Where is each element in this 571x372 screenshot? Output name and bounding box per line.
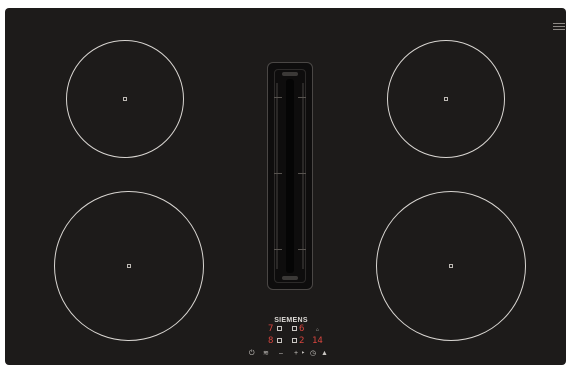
zone-center-mark <box>123 97 127 101</box>
power-icon[interactable]: ⏻ <box>249 350 255 357</box>
vent-flap <box>286 79 294 273</box>
warning-icon[interactable]: ▲ <box>321 350 328 357</box>
fan-icon[interactable]: ≋ <box>263 350 269 357</box>
cooking-zone-bottom-left[interactable] <box>54 191 204 341</box>
zone-select-bottom-right-icon[interactable] <box>292 338 297 343</box>
zone-center-mark <box>449 264 453 268</box>
boost-icon[interactable]: ‣ <box>301 350 305 357</box>
certification-badge <box>553 23 565 35</box>
timer-icon[interactable]: ◷ <box>310 350 316 357</box>
downdraft-vent <box>267 62 313 290</box>
zone-select-bottom-left-icon[interactable] <box>277 338 282 343</box>
zone-center-mark <box>444 97 448 101</box>
vent-bottom-cap <box>282 276 298 280</box>
minus-button[interactable]: – <box>279 350 283 357</box>
cooktop-surface: SIEMENS 7 6 ⌂ 8 2 14 ⏻ ≋ – + ‣ ◷ ▲ <box>5 8 566 365</box>
zone-select-top-left-icon[interactable] <box>277 326 282 331</box>
vent-top-cap <box>282 72 298 76</box>
zone-select-top-right-icon[interactable] <box>292 326 297 331</box>
lock-icon[interactable]: ⌂ <box>316 327 319 334</box>
cooking-zone-bottom-right[interactable] <box>376 191 526 341</box>
zone-bottom-right-level: 2 <box>299 336 305 346</box>
brand-logo: SIEMENS <box>274 317 308 324</box>
zone-top-right-level: 6 <box>299 324 305 334</box>
zone-center-mark <box>127 264 131 268</box>
cooking-zone-top-right[interactable] <box>387 40 505 158</box>
cooking-zone-top-left[interactable] <box>66 40 184 158</box>
vent-timer-display: 14 <box>312 336 323 346</box>
zone-bottom-left-level: 8 <box>268 336 274 346</box>
plus-button[interactable]: + <box>294 350 298 357</box>
zone-top-left-level: 7 <box>268 324 274 334</box>
